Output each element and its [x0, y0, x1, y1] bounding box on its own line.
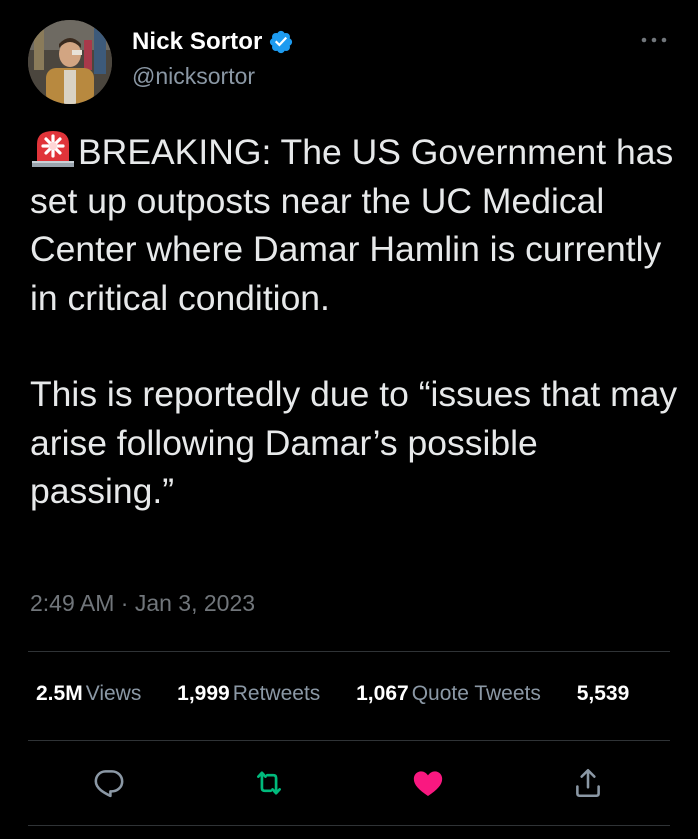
share-icon[interactable]	[571, 766, 605, 800]
divider-top	[28, 651, 670, 652]
likes-stat[interactable]: 5,539	[577, 682, 633, 706]
tweet-paragraph-1-text: BREAKING: The US Government has set up o…	[30, 132, 674, 318]
author-handle[interactable]: @nicksortor	[132, 63, 255, 90]
tweet-paragraph-1: BREAKING: The US Government has set up o…	[30, 128, 680, 322]
police-siren-icon	[30, 128, 76, 168]
verified-badge-icon	[268, 29, 294, 55]
quote-tweets-stat[interactable]: 1,067 Quote Tweets	[356, 682, 541, 706]
more-options-icon[interactable]	[640, 30, 668, 50]
retweet-icon[interactable]	[252, 766, 286, 800]
retweets-stat[interactable]: 1,999 Retweets	[177, 682, 320, 706]
author-name-row[interactable]: Nick Sortor	[132, 28, 294, 56]
divider-middle	[28, 740, 670, 741]
views-stat[interactable]: 2.5M Views	[36, 682, 141, 706]
tweet-paragraph-2: This is reportedly due to “issues that m…	[30, 374, 678, 511]
author-display-name[interactable]: Nick Sortor	[132, 28, 262, 56]
reply-icon[interactable]	[92, 766, 126, 800]
tweet-stats: 2.5M Views 1,999 Retweets 1,067 Quote Tweet…	[36, 682, 662, 706]
avatar-photo	[28, 20, 112, 104]
tweet-timestamp[interactable]: 2:49 AM · Jan 3, 2023	[30, 590, 255, 617]
divider-bottom	[28, 825, 670, 826]
like-icon[interactable]	[411, 766, 445, 800]
tweet-text: BREAKING: The US Government has set up o…	[30, 128, 680, 516]
tweet-actions-bar	[0, 766, 698, 800]
author-avatar[interactable]	[28, 20, 112, 104]
